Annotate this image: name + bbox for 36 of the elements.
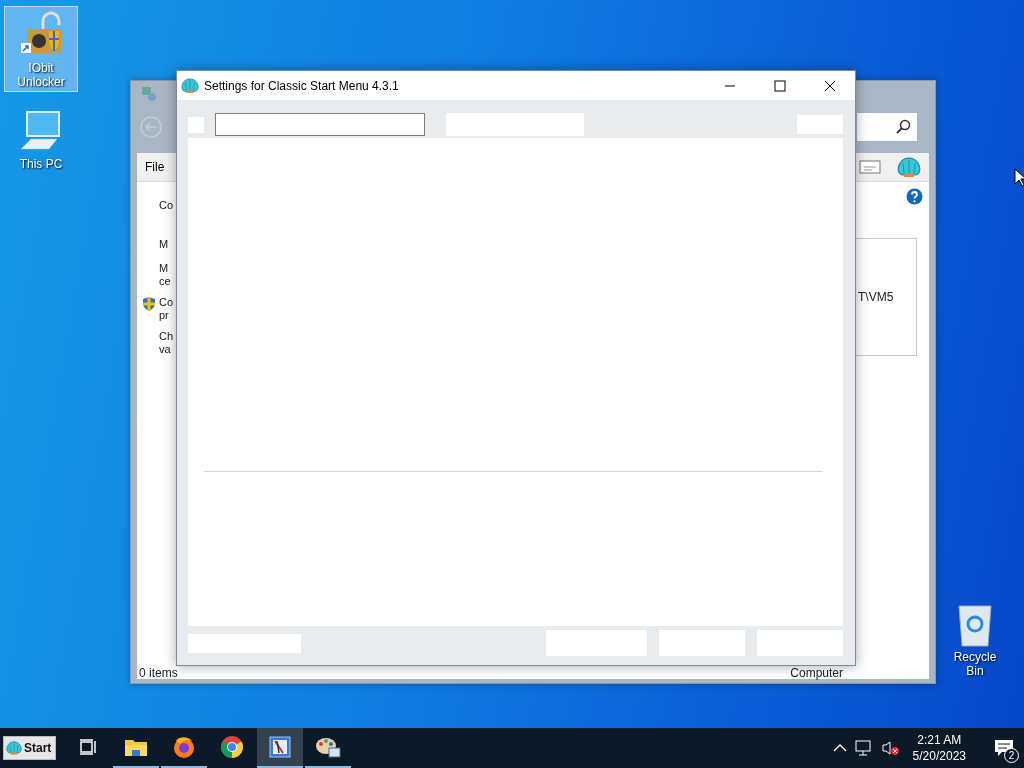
close-icon	[824, 79, 836, 92]
task-link[interactable]: Ch va	[159, 330, 174, 356]
chrome-icon[interactable]	[220, 735, 244, 759]
folder-icon[interactable]	[124, 737, 148, 757]
firefox-icon[interactable]	[172, 735, 196, 759]
clock-date[interactable]: 5/20/2023	[912, 748, 966, 764]
task-link[interactable]: Co	[159, 199, 174, 215]
shell-icon	[181, 77, 199, 94]
clock-time[interactable]: 2:21 AM	[917, 732, 962, 748]
task-link[interactable]: M	[159, 238, 169, 254]
mouse-pointer-icon	[1014, 168, 1024, 186]
notifications-button[interactable]: 2	[984, 728, 1024, 768]
shell-icon	[897, 156, 921, 178]
menu-item[interactable]: File	[145, 160, 165, 174]
palette-icon[interactable]	[315, 736, 341, 758]
search-field[interactable]	[857, 113, 917, 141]
taskbar-button[interactable]	[257, 728, 303, 768]
maximize-icon	[774, 79, 786, 92]
desktop-icon-label: Recycle Bin	[952, 650, 998, 678]
envelope-icon[interactable]	[859, 160, 881, 174]
status-text: 0 items	[139, 667, 178, 679]
network-icon[interactable]	[854, 740, 873, 756]
status-text: Computer	[790, 667, 843, 679]
task-link[interactable]: Co pr	[159, 296, 174, 322]
detail-text: T\VM5	[857, 290, 894, 304]
task-link[interactable]: M ce	[159, 262, 171, 288]
shell-icon	[6, 741, 22, 755]
search-field[interactable]	[215, 113, 425, 136]
search-icon	[895, 119, 911, 135]
start-button[interactable]: Start	[3, 736, 56, 760]
help-icon[interactable]	[906, 188, 923, 205]
window-title: Settings for Classic Start Menu 4.3.1	[204, 78, 400, 93]
task-view-icon[interactable]	[79, 739, 97, 755]
muted-speaker-icon[interactable]	[880, 740, 899, 756]
shield-icon	[141, 296, 157, 312]
chevron-up-icon[interactable]	[832, 743, 847, 753]
